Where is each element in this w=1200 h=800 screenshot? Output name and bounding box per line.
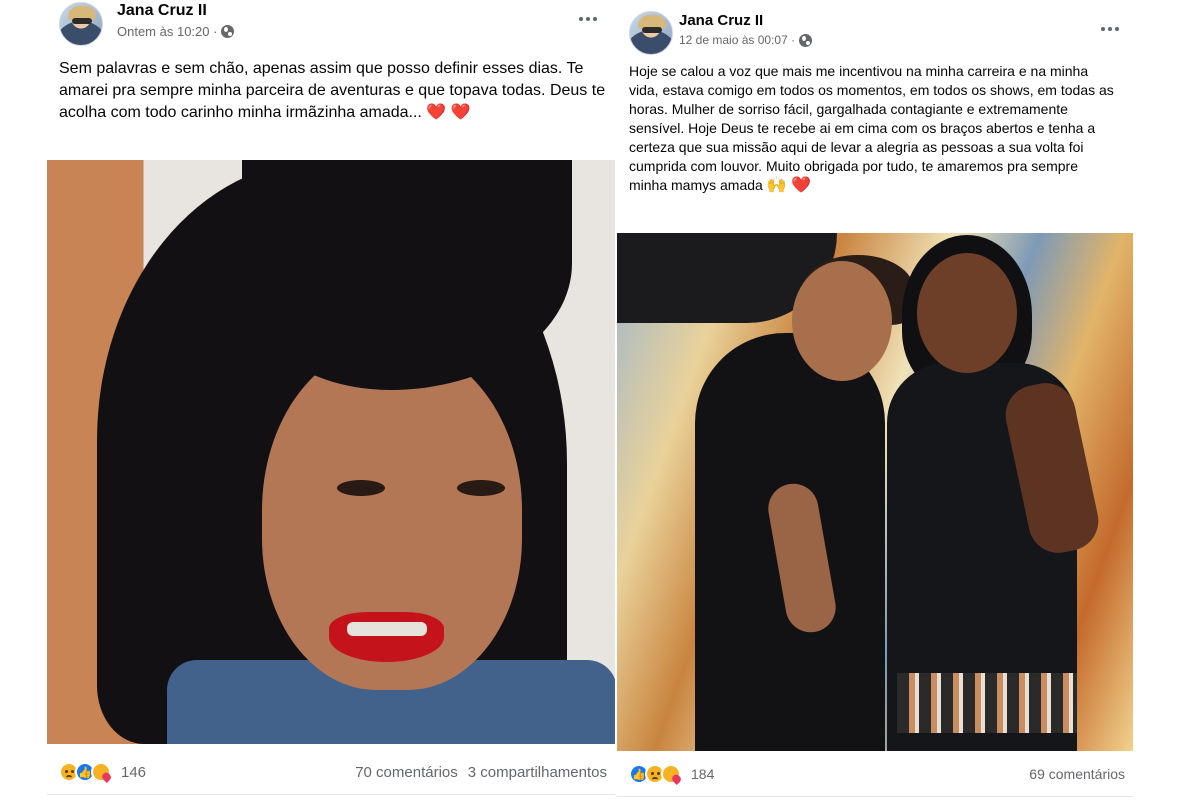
- avatar[interactable]: [629, 11, 673, 55]
- heart-emoji: ❤️ ❤️: [426, 104, 471, 121]
- post-header: Jana Cruz II Ontem às 10:20 ·: [47, 0, 615, 52]
- timestamp[interactable]: 12 de maio às 00:07 ·: [679, 33, 795, 47]
- photo-eye-shape: [457, 480, 505, 496]
- dot-icon: [593, 17, 597, 21]
- avatar-glasses: [72, 18, 92, 24]
- globe-icon: [221, 25, 235, 38]
- comments-count-link[interactable]: 70 comentários: [355, 764, 458, 781]
- shares-count-link[interactable]: 3 compartilhamentos: [468, 764, 607, 781]
- globe-icon: [799, 33, 813, 47]
- post-meta: 12 de maio às 00:07 ·: [679, 33, 813, 47]
- post-body: Sem palavras e sem chão, apenas assim qu…: [59, 60, 606, 121]
- reactions-bar: 👍 146 70 comentários 3 compartilhamentos: [47, 750, 615, 794]
- reaction-icons[interactable]: 👍: [629, 764, 681, 784]
- divider: [617, 796, 1133, 797]
- more-options-button[interactable]: [1095, 20, 1125, 38]
- avatar[interactable]: [59, 2, 103, 46]
- photo-teeth-shape: [347, 622, 427, 636]
- dot-icon: [579, 17, 583, 21]
- divider: [47, 794, 615, 795]
- post-meta: Ontem às 10:20 ·: [117, 24, 235, 39]
- post-body: Hoje se calou a voz que mais me incentiv…: [629, 63, 1114, 193]
- more-options-button[interactable]: [573, 10, 603, 28]
- dot-icon: [1108, 27, 1112, 31]
- comments-count-link[interactable]: 69 comentários: [1029, 766, 1125, 782]
- author-name[interactable]: Jana Cruz II: [117, 2, 207, 20]
- dot-icon: [586, 17, 590, 21]
- dot-icon: [1115, 27, 1119, 31]
- engagement-stats: 70 comentários 3 compartilhamentos: [355, 764, 607, 781]
- facebook-post-right: Jana Cruz II 12 de maio às 00:07 · Hoje …: [617, 0, 1133, 800]
- photo-eye-shape: [337, 480, 385, 496]
- care-reaction-icon: [661, 764, 681, 784]
- post-header: Jana Cruz II 12 de maio às 00:07 ·: [617, 0, 1133, 55]
- reaction-icons[interactable]: 👍: [59, 762, 111, 782]
- avatar-glasses: [642, 27, 662, 33]
- care-reaction-icon: [91, 762, 111, 782]
- post-text: Sem palavras e sem chão, apenas assim qu…: [59, 58, 607, 124]
- reaction-count[interactable]: 184: [691, 766, 714, 782]
- author-name[interactable]: Jana Cruz II: [679, 12, 763, 29]
- dot-icon: [1101, 27, 1105, 31]
- photo-person-left-head: [792, 261, 892, 381]
- post-text: Hoje se calou a voz que mais me incentiv…: [629, 62, 1119, 195]
- timestamp[interactable]: Ontem às 10:20 ·: [117, 24, 217, 39]
- photo-person-right-head: [917, 253, 1017, 373]
- engagement-stats: 69 comentários: [1029, 766, 1125, 782]
- post-photo[interactable]: [47, 160, 615, 744]
- photo-lips-shape: [329, 612, 444, 662]
- facebook-post-left: Jana Cruz II Ontem às 10:20 · Sem palavr…: [47, 0, 615, 800]
- reactions-bar: 👍 184 69 comentários: [617, 752, 1133, 796]
- hands-heart-emoji: 🙌 ❤️: [766, 177, 812, 194]
- photo-skirt-shape: [897, 673, 1077, 733]
- post-photo[interactable]: [617, 233, 1133, 751]
- reaction-count[interactable]: 146: [121, 764, 146, 781]
